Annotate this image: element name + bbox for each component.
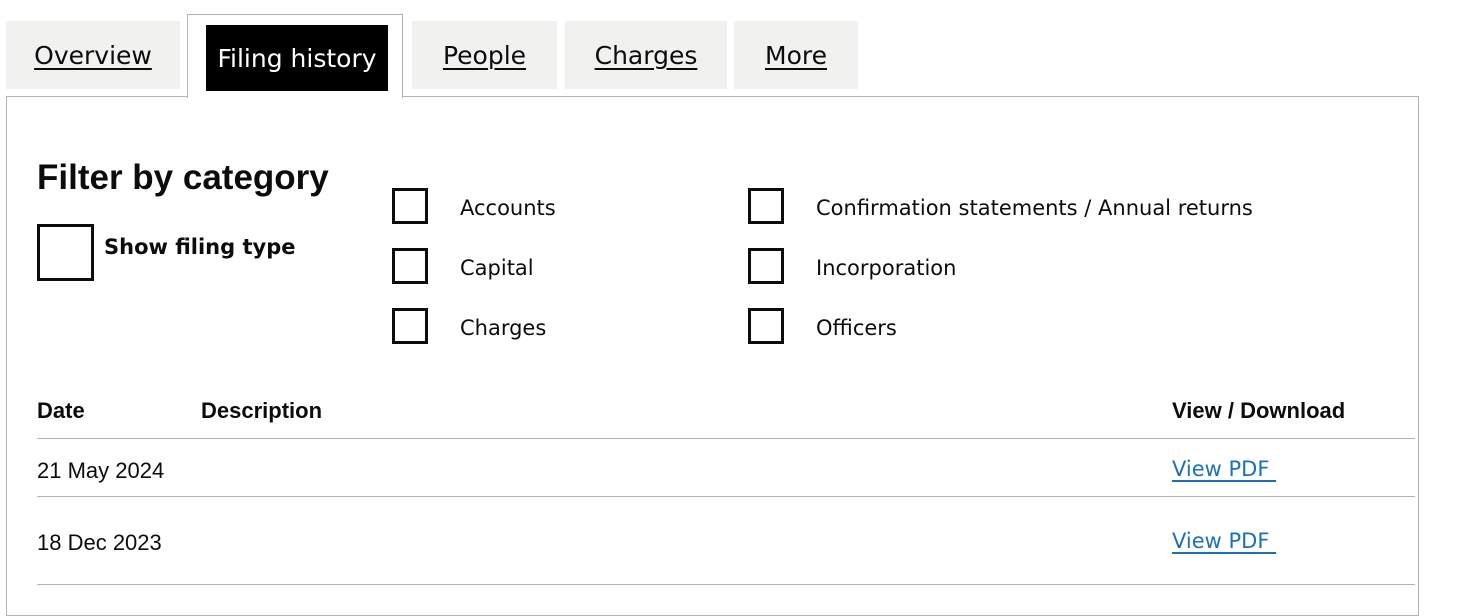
table-header-divider — [37, 438, 1415, 439]
show-filing-type-checkbox[interactable] — [37, 224, 94, 281]
filing-date: 21 May 2024 — [37, 458, 165, 483]
column-header-view-download: View / Download — [1172, 398, 1346, 423]
category-label-charges: Charges — [460, 316, 547, 340]
column-header-description: Description — [201, 398, 323, 423]
tab-people-link[interactable]: People — [443, 41, 526, 70]
view-pdf-link[interactable]: View PDF — [1172, 529, 1276, 553]
category-label-incorporation: Incorporation — [816, 256, 957, 280]
tab-bar: Overview Filing history People Charges M… — [0, 0, 1457, 98]
tab-more-link[interactable]: More — [765, 41, 827, 70]
tab-charges-link[interactable]: Charges — [595, 41, 698, 70]
filing-date: 18 Dec 2023 — [37, 530, 162, 555]
show-filing-type-label: Show filing type — [104, 235, 296, 259]
category-checkbox-officers[interactable] — [748, 308, 784, 344]
tab-overview[interactable]: Overview — [6, 21, 180, 89]
tab-more[interactable]: More — [734, 21, 858, 89]
tab-charges[interactable]: Charges — [565, 21, 727, 89]
category-checkbox-capital[interactable] — [392, 248, 428, 284]
view-pdf-link[interactable]: View PDF — [1172, 457, 1276, 481]
tab-filing-history[interactable]: Filing history — [187, 14, 403, 98]
category-label-accounts: Accounts — [460, 196, 556, 220]
tab-filing-history-highlight: Filing history — [206, 25, 388, 91]
tab-overview-link[interactable]: Overview — [34, 41, 152, 70]
filter-heading: Filter by category — [37, 158, 329, 197]
category-checkbox-charges[interactable] — [392, 308, 428, 344]
category-label-confirmation-statements: Confirmation statements / Annual returns — [816, 196, 1253, 220]
tab-filing-history-label: Filing history — [217, 43, 377, 73]
category-checkbox-incorporation[interactable] — [748, 248, 784, 284]
table-row-divider — [37, 496, 1415, 497]
category-checkbox-accounts[interactable] — [392, 188, 428, 224]
category-label-officers: Officers — [816, 316, 897, 340]
tab-people[interactable]: People — [412, 21, 557, 89]
category-label-capital: Capital — [460, 256, 534, 280]
table-row-divider — [37, 584, 1415, 585]
category-checkbox-confirmation-statements[interactable] — [748, 188, 784, 224]
column-header-date: Date — [37, 398, 85, 423]
